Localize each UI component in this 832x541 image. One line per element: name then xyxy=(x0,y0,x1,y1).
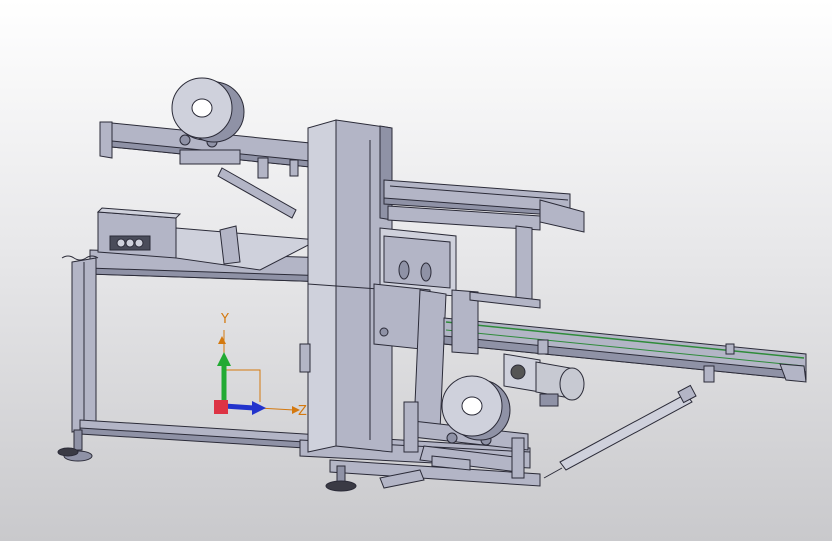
air-cylinder xyxy=(543,384,697,479)
z-axis-label: Z xyxy=(298,404,307,419)
3d-viewport[interactable]: Y Z xyxy=(0,0,832,541)
y-axis-label: Y xyxy=(221,312,229,327)
gear-motor xyxy=(503,353,585,407)
cad-model[interactable] xyxy=(0,0,832,541)
coordinate-triad xyxy=(214,330,300,415)
conveyor xyxy=(443,289,807,383)
